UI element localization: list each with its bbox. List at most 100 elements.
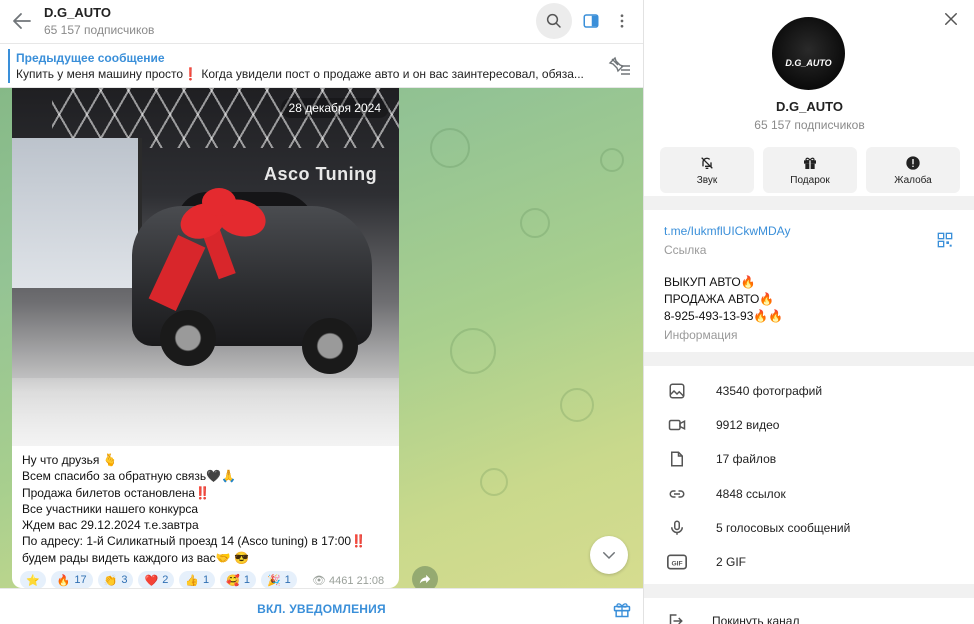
leave-channel-button[interactable]: Покинуть канал [644, 606, 974, 624]
media-videos[interactable]: 9912 видео [644, 408, 974, 442]
media-voice[interactable]: 5 голосовых сообщений [644, 511, 974, 545]
car-wheel [160, 310, 216, 366]
gift-bow [202, 188, 236, 216]
photo-brand-sign: Asco Tuning [264, 164, 378, 184]
qr-code-icon[interactable] [937, 232, 953, 248]
post-time: 21:08 [356, 575, 385, 587]
more-vertical-icon [620, 14, 624, 28]
video-icon [666, 414, 688, 436]
reactions-bar: ⭐ 🔥 17 👏 3 ❤️ 2 👍 1 🥰 1 🎉 1 [20, 571, 297, 588]
media-links[interactable]: 4848 ссылок [644, 477, 974, 511]
microphone-icon [666, 517, 688, 539]
reaction-count: 1 [203, 574, 210, 586]
file-icon [666, 448, 688, 470]
post-photo[interactable]: Asco Tuning 28 декабря 2024 [12, 88, 399, 446]
reaction-chip[interactable]: ❤️ 2 [138, 571, 175, 588]
wallpaper-doodle [560, 388, 594, 422]
media-photos-label: 43540 фотографий [716, 384, 823, 399]
pinned-title: Предыдущее сообщение [16, 51, 165, 65]
avatar-logo-text: D.G_AUTO [785, 57, 832, 68]
more-menu-button[interactable] [604, 3, 640, 39]
link-icon [666, 483, 688, 505]
shared-media-list: 43540 фотографий 9912 видео 17 файлов 48… [644, 374, 974, 579]
caption-line: По адресу: 1-й Силикатный проезд 14 (Asc… [22, 534, 367, 549]
leave-channel-label: Покинуть канал [712, 614, 800, 624]
report-button[interactable]: Жалоба [866, 147, 960, 193]
channel-title[interactable]: D.G_AUTO [44, 5, 111, 20]
media-files[interactable]: 17 файлов [644, 442, 974, 476]
reaction-chip[interactable]: 🎉 1 [260, 571, 297, 588]
media-gif-label: 2 GIF [716, 555, 747, 570]
reaction-emoji: ❤️ [144, 574, 159, 587]
channel-avatar[interactable]: D.G_AUTO [772, 17, 845, 90]
reaction-chip[interactable]: 🥰 1 [220, 571, 256, 588]
description-label: Информация [664, 328, 738, 342]
photo-floor [12, 378, 399, 446]
gift-button[interactable]: Подарок [763, 147, 857, 193]
channel-description: ВЫКУП АВТО🔥 ПРОДАЖА АВТО🔥 8-925-493-13-9… [664, 274, 783, 325]
share-button[interactable] [412, 566, 438, 588]
search-button[interactable] [536, 3, 572, 39]
reaction-emoji: ⭐ [26, 574, 40, 587]
section-divider [644, 196, 974, 210]
chat-pane: D.G_AUTO 65 157 подписчиков Предыдущее с… [0, 0, 643, 624]
reaction-chip[interactable]: ⭐ [20, 571, 46, 588]
enable-notifications-button[interactable]: ВКЛ. УВЕДОМЛЕНИЯ [0, 589, 643, 624]
reaction-chip[interactable]: 👍 1 [179, 571, 216, 588]
telegram-window: D.G_AUTO 65 157 подписчиков Предыдущее с… [0, 0, 974, 624]
description-line: ВЫКУП АВТО🔥 [664, 275, 756, 289]
pinned-indicator [8, 49, 10, 83]
close-icon[interactable] [942, 10, 960, 28]
pinned-list-icon[interactable] [608, 56, 632, 76]
car-wheel [302, 318, 358, 374]
pinned-message-bar[interactable]: Предыдущее сообщение Купить у меня машин… [0, 44, 643, 88]
gift-icon [804, 157, 816, 169]
svg-text:GIF: GIF [671, 560, 682, 567]
chat-background: Asco Tuning 28 декабря 2024 Ну что друзь… [0, 88, 643, 588]
forward-icon [419, 574, 431, 584]
view-count: 4461 [329, 575, 354, 587]
wallpaper-doodle [480, 468, 508, 496]
gift-icon[interactable] [612, 599, 632, 619]
channel-subscribers: 65 157 подписчиков [44, 23, 155, 37]
channel-actions: Звук Подарок Жалоба [660, 147, 960, 193]
description-line: 8-925-493-13-93🔥🔥 [664, 309, 784, 323]
chat-footer: ВКЛ. УВЕДОМЛЕНИЯ [0, 588, 643, 624]
section-divider [644, 584, 974, 598]
channel-link[interactable]: t.me/IukmflUICkwMDAy [664, 224, 790, 238]
reaction-count: 17 [74, 574, 87, 586]
mute-button[interactable]: Звук [660, 147, 754, 193]
report-label: Жалоба [894, 174, 932, 186]
media-voice-label: 5 голосовых сообщений [716, 520, 851, 535]
reaction-chip[interactable]: 👏 3 [97, 571, 134, 588]
reaction-emoji: 🥰 [226, 574, 240, 587]
photo-window [12, 138, 142, 288]
info-subscribers: 65 157 подписчиков [754, 118, 865, 132]
reaction-chip[interactable]: 🔥 17 [50, 571, 93, 588]
back-arrow-icon[interactable] [10, 9, 34, 33]
media-gif[interactable]: GIF 2 GIF [644, 545, 974, 579]
eye-icon: 👁 [312, 575, 326, 587]
wallpaper-doodle [600, 148, 624, 172]
channel-post: Asco Tuning 28 декабря 2024 Ну что друзь… [12, 88, 399, 588]
media-photos[interactable]: 43540 фотографий [644, 374, 974, 408]
chevron-down-icon [603, 552, 615, 560]
reaction-emoji: 👏 [103, 574, 118, 587]
photo-icon [666, 380, 688, 402]
bell-off-icon [701, 156, 713, 169]
gif-icon: GIF [666, 551, 688, 573]
chat-header: D.G_AUTO 65 157 подписчиков [0, 0, 643, 44]
link-label: Ссылка [664, 243, 707, 257]
description-line: ПРОДАЖА АВТО🔥 [664, 292, 775, 306]
search-icon [546, 13, 561, 28]
reaction-emoji: 🎉 [266, 574, 281, 587]
caption-line: будем рады видеть каждого из вас🤝 😎 [22, 550, 249, 565]
info-channel-name: D.G_AUTO [776, 99, 843, 114]
wallpaper-doodle [430, 128, 470, 168]
channel-info-panel: D.G_AUTO D.G_AUTO 65 157 подписчиков Зву… [643, 0, 974, 624]
caption-line: Все участники нашего конкурса [22, 501, 199, 516]
wallpaper-doodle [520, 208, 550, 238]
pinned-text: Купить у меня машину просто❗️ Когда увид… [16, 67, 584, 81]
reaction-emoji: 👍 [185, 574, 200, 587]
scroll-to-bottom-button[interactable] [590, 536, 628, 574]
